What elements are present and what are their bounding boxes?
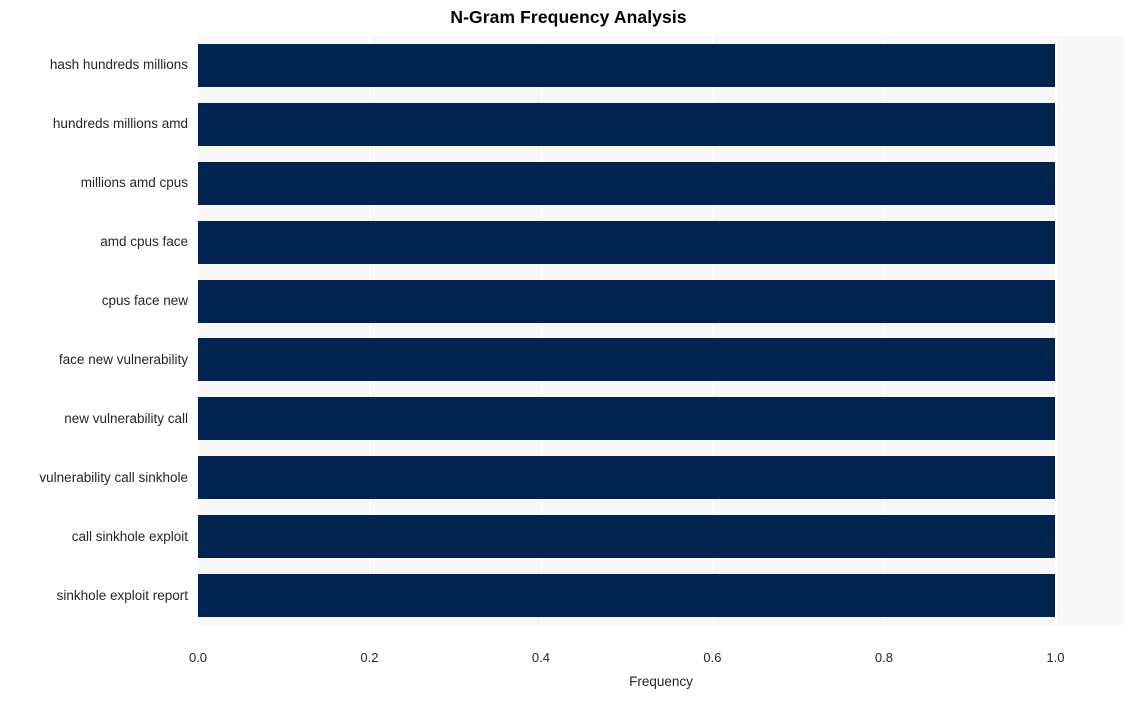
bar[interactable] bbox=[198, 515, 1056, 559]
y-axis-tick-label: face new vulnerability bbox=[58, 351, 188, 367]
bar[interactable] bbox=[198, 43, 1056, 87]
plot-area bbox=[198, 36, 1124, 625]
bar[interactable] bbox=[198, 279, 1056, 323]
x-axis-tick-label: 1.0 bbox=[1046, 650, 1065, 665]
y-axis-tick-label: hash hundreds millions bbox=[49, 57, 188, 73]
x-axis-tick-label: 0.4 bbox=[531, 650, 550, 665]
bar[interactable] bbox=[198, 574, 1056, 618]
bar-row[interactable] bbox=[198, 448, 1124, 507]
bar-row[interactable] bbox=[198, 95, 1124, 154]
bar[interactable] bbox=[198, 456, 1056, 500]
y-axis-tick-label: call sinkhole exploit bbox=[71, 528, 188, 544]
x-axis-tick-label: 0.2 bbox=[360, 650, 379, 665]
bar[interactable] bbox=[198, 220, 1056, 264]
bar-row[interactable] bbox=[198, 566, 1124, 625]
chart-title: N-Gram Frequency Analysis bbox=[450, 7, 687, 27]
y-axis-tick-label: millions amd cpus bbox=[80, 175, 188, 191]
x-axis-tick-label: 0.8 bbox=[874, 650, 893, 665]
y-axis-tick-label: cpus face new bbox=[101, 293, 188, 309]
y-axis-tick-label: sinkhole exploit report bbox=[56, 587, 188, 603]
y-axis-tick-label: vulnerability call sinkhole bbox=[39, 469, 188, 485]
y-axis-tick-label: amd cpus face bbox=[100, 234, 188, 250]
bars-group bbox=[198, 36, 1124, 625]
y-axis-tick-label: hundreds millions amd bbox=[52, 116, 188, 132]
bar-row[interactable] bbox=[198, 213, 1124, 272]
y-axis-tick-label: new vulnerability call bbox=[64, 410, 188, 426]
chart-figure: N-Gram Frequency Analysis hash hundreds … bbox=[0, 0, 1137, 701]
x-axis-label: Frequency bbox=[629, 674, 693, 689]
bar[interactable] bbox=[198, 338, 1056, 382]
bar-row[interactable] bbox=[198, 272, 1124, 331]
bar-row[interactable] bbox=[198, 331, 1124, 390]
bar-row[interactable] bbox=[198, 507, 1124, 566]
bar[interactable] bbox=[198, 161, 1056, 205]
bar-row[interactable] bbox=[198, 36, 1124, 95]
bar-row[interactable] bbox=[198, 389, 1124, 448]
bar[interactable] bbox=[198, 397, 1056, 441]
bar[interactable] bbox=[198, 102, 1056, 146]
x-axis-tick-label: 0.0 bbox=[188, 650, 208, 665]
x-axis-tick-label: 0.6 bbox=[703, 650, 722, 665]
bar-row[interactable] bbox=[198, 154, 1124, 213]
